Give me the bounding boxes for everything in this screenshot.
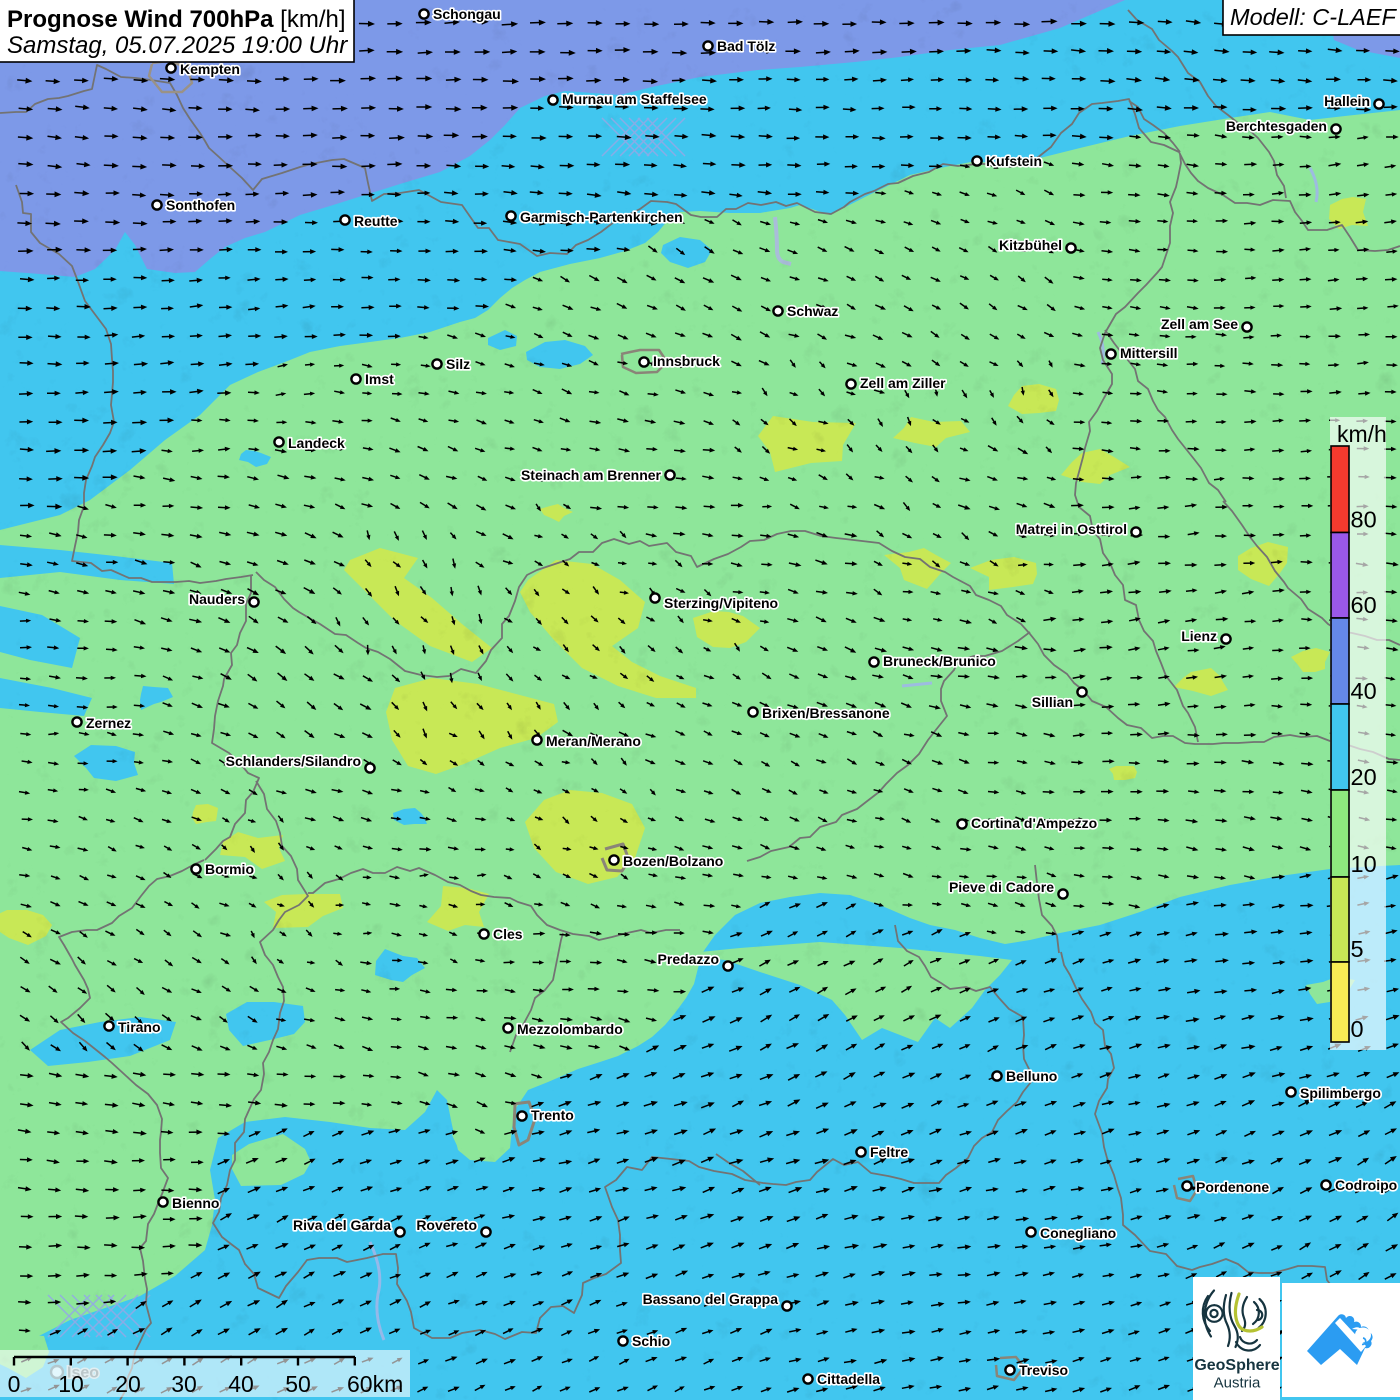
svg-text:Bormio: Bormio: [205, 861, 254, 877]
svg-text:GeoSphere: GeoSphere: [1194, 1357, 1279, 1374]
svg-text:Cortina d'Ampezzo: Cortina d'Ampezzo: [971, 815, 1097, 831]
svg-text:Zell am See: Zell am See: [1161, 316, 1238, 332]
svg-text:Prognose Wind 700hPa [km/h]: Prognose Wind 700hPa [km/h]: [7, 6, 346, 33]
svg-text:Kempten: Kempten: [180, 61, 240, 77]
svg-text:Schwaz: Schwaz: [787, 303, 838, 319]
svg-text:Mezzolombardo: Mezzolombardo: [517, 1021, 623, 1037]
svg-text:Tirano: Tirano: [118, 1019, 161, 1035]
svg-text:20: 20: [1351, 764, 1377, 790]
svg-text:30: 30: [171, 1371, 197, 1397]
svg-text:60: 60: [1351, 592, 1377, 618]
svg-text:5: 5: [1351, 936, 1364, 962]
svg-text:10: 10: [58, 1371, 84, 1397]
svg-text:Schlanders/Silandro: Schlanders/Silandro: [226, 753, 361, 769]
svg-text:Austria: Austria: [1214, 1375, 1261, 1392]
svg-text:Codroipo: Codroipo: [1335, 1177, 1397, 1193]
svg-text:Cles: Cles: [493, 926, 523, 942]
svg-text:Cittadella: Cittadella: [817, 1371, 880, 1387]
svg-text:0: 0: [1351, 1016, 1364, 1042]
svg-text:Sillian: Sillian: [1032, 694, 1073, 710]
svg-text:Spilimbergo: Spilimbergo: [1300, 1085, 1381, 1101]
svg-text:80: 80: [1351, 507, 1377, 533]
svg-text:Bassano del Grappa: Bassano del Grappa: [643, 1291, 779, 1307]
svg-text:Steinach am Brenner: Steinach am Brenner: [521, 467, 662, 483]
svg-text:Berchtesgaden: Berchtesgaden: [1226, 118, 1327, 134]
svg-text:Zernez: Zernez: [86, 715, 131, 731]
svg-text:Sonthofen: Sonthofen: [166, 197, 235, 213]
svg-text:Predazzo: Predazzo: [658, 951, 719, 967]
svg-text:Conegliano: Conegliano: [1040, 1225, 1116, 1241]
svg-text:Murnau am Staffelsee: Murnau am Staffelsee: [562, 91, 707, 107]
svg-text:Riva del Garda: Riva del Garda: [293, 1217, 391, 1233]
svg-text:Kufstein: Kufstein: [986, 153, 1042, 169]
svg-text:40: 40: [1351, 678, 1377, 704]
svg-text:40: 40: [228, 1371, 254, 1397]
svg-text:Schio: Schio: [632, 1333, 670, 1349]
svg-text:Brixen/Bressanone: Brixen/Bressanone: [762, 705, 890, 721]
svg-text:Reutte: Reutte: [354, 213, 398, 229]
svg-text:20: 20: [115, 1371, 141, 1397]
svg-text:Landeck: Landeck: [288, 435, 345, 451]
svg-text:Zell am Ziller: Zell am Ziller: [860, 375, 946, 391]
svg-text:Bad Tölz: Bad Tölz: [717, 38, 775, 54]
svg-text:Feltre: Feltre: [870, 1144, 908, 1160]
svg-text:60km: 60km: [347, 1371, 403, 1397]
svg-text:Trento: Trento: [531, 1107, 574, 1123]
svg-text:Samstag, 05.07.2025 19:00 Uhr: Samstag, 05.07.2025 19:00 Uhr: [7, 32, 348, 59]
svg-text:Modell: C-LAEF: Modell: C-LAEF: [1230, 4, 1397, 30]
svg-text:Bienno: Bienno: [172, 1195, 219, 1211]
svg-text:0: 0: [8, 1371, 21, 1397]
svg-text:Garmisch-Partenkirchen: Garmisch-Partenkirchen: [520, 209, 683, 225]
svg-text:Rovereto: Rovereto: [416, 1217, 477, 1233]
svg-text:Matrei in Osttirol: Matrei in Osttirol: [1016, 521, 1127, 537]
svg-text:10: 10: [1351, 851, 1377, 877]
svg-text:Bozen/Bolzano: Bozen/Bolzano: [623, 853, 723, 869]
svg-text:Pieve di Cadore: Pieve di Cadore: [949, 879, 1054, 895]
svg-text:Bruneck/Brunico: Bruneck/Brunico: [883, 653, 996, 669]
svg-text:Kitzbühel: Kitzbühel: [999, 237, 1062, 253]
svg-text:Meran/Merano: Meran/Merano: [546, 733, 641, 749]
svg-text:Mittersill: Mittersill: [1120, 345, 1178, 361]
svg-text:Schongau: Schongau: [433, 6, 501, 22]
svg-text:Sterzing/Vipiteno: Sterzing/Vipiteno: [664, 595, 778, 611]
svg-text:Treviso: Treviso: [1019, 1362, 1068, 1378]
svg-text:Belluno: Belluno: [1006, 1068, 1057, 1084]
svg-text:Silz: Silz: [446, 356, 470, 372]
svg-text:km/h: km/h: [1337, 421, 1387, 447]
svg-text:Hallein: Hallein: [1324, 93, 1370, 109]
svg-text:Innsbruck: Innsbruck: [653, 353, 720, 369]
svg-text:Imst: Imst: [365, 371, 394, 387]
svg-text:50: 50: [285, 1371, 311, 1397]
svg-text:Pordenone: Pordenone: [1196, 1179, 1269, 1195]
svg-text:Lienz: Lienz: [1181, 628, 1217, 644]
svg-text:Nauders: Nauders: [189, 591, 245, 607]
